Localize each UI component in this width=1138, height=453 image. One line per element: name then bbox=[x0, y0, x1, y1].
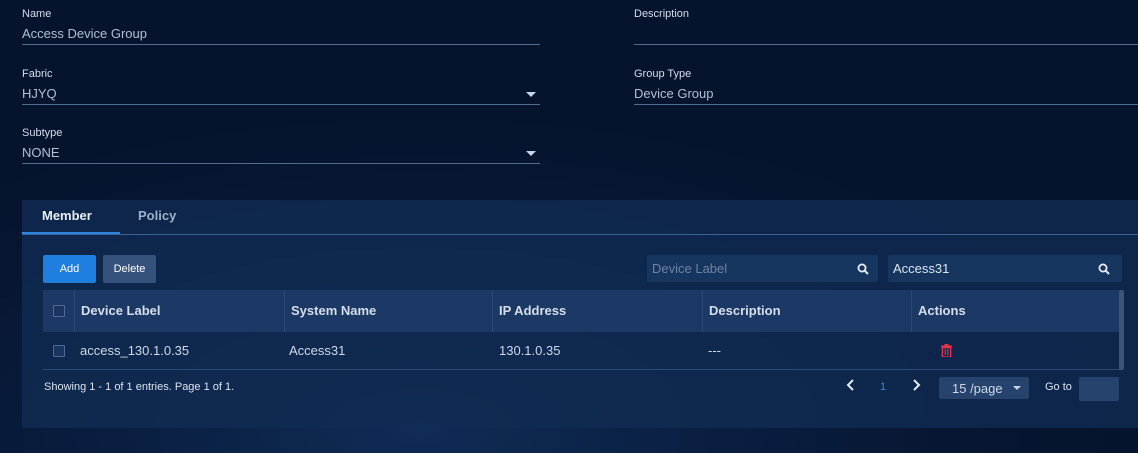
system-name-search[interactable] bbox=[888, 255, 1122, 282]
table-row[interactable]: access_130.1.0.35 Access31 130.1.0.35 --… bbox=[43, 333, 1123, 370]
fabric-label: Fabric bbox=[22, 68, 53, 80]
chevron-down-icon[interactable] bbox=[526, 151, 536, 156]
cell-description: --- bbox=[708, 343, 721, 358]
description-underline bbox=[634, 44, 1138, 45]
column-header-actions: Actions bbox=[918, 303, 966, 318]
name-label: Name bbox=[22, 8, 52, 20]
chevron-left-icon[interactable] bbox=[846, 378, 856, 392]
subtype-underline bbox=[22, 163, 540, 164]
chevron-right-icon[interactable] bbox=[911, 378, 921, 392]
fabric-value[interactable]: HJYQ bbox=[22, 86, 57, 101]
subtype-value[interactable]: NONE bbox=[22, 145, 60, 160]
tab-policy[interactable]: Policy bbox=[138, 208, 176, 223]
table-header: Device Label System Name IP Address Desc… bbox=[43, 290, 1123, 332]
row-checkbox[interactable] bbox=[53, 345, 65, 357]
device-label-search[interactable] bbox=[647, 255, 878, 282]
pagination-summary: Showing 1 - 1 of 1 entries. Page 1 of 1. bbox=[44, 381, 235, 393]
vertical-scrollbar[interactable] bbox=[1119, 290, 1124, 370]
search-icon[interactable] bbox=[1098, 263, 1110, 275]
name-field[interactable]: Name Access Device Group bbox=[22, 8, 540, 48]
cell-ip-address: 130.1.0.35 bbox=[499, 343, 561, 358]
fabric-select[interactable]: Fabric HJYQ bbox=[22, 68, 540, 108]
cell-device-label: access_130.1.0.35 bbox=[80, 343, 190, 358]
select-all-checkbox[interactable] bbox=[53, 305, 65, 317]
fabric-underline bbox=[22, 104, 540, 105]
device-label-search-input[interactable] bbox=[652, 255, 832, 282]
column-header-description[interactable]: Description bbox=[709, 303, 781, 318]
group-type-label: Group Type bbox=[634, 68, 692, 80]
column-divider bbox=[74, 290, 75, 332]
column-header-ip-address[interactable]: IP Address bbox=[499, 303, 566, 318]
group-type-field: Group Type Device Group bbox=[634, 68, 1138, 108]
goto-label: Go to bbox=[1045, 381, 1072, 393]
trash-icon[interactable] bbox=[941, 344, 952, 357]
goto-page-input[interactable] bbox=[1079, 377, 1119, 401]
name-value[interactable]: Access Device Group bbox=[22, 26, 147, 41]
column-divider bbox=[911, 290, 912, 332]
page-size-select[interactable]: 15 /page bbox=[939, 377, 1029, 399]
subtype-select[interactable]: Subtype NONE bbox=[22, 127, 540, 167]
add-button[interactable]: Add bbox=[43, 255, 96, 283]
column-divider bbox=[702, 290, 703, 332]
subtype-label: Subtype bbox=[22, 127, 63, 139]
page-number-current[interactable]: 1 bbox=[880, 381, 886, 393]
active-tab-indicator bbox=[22, 232, 120, 234]
system-name-search-input[interactable] bbox=[893, 255, 1073, 282]
page-size-value: 15 /page bbox=[952, 381, 1003, 396]
cell-system-name: Access31 bbox=[289, 343, 346, 358]
description-field[interactable]: Description bbox=[634, 8, 1138, 48]
description-label: Description bbox=[634, 8, 690, 20]
tab-bar: Member Policy bbox=[22, 200, 1138, 235]
column-divider bbox=[284, 290, 285, 332]
tab-member[interactable]: Member bbox=[42, 208, 92, 223]
column-divider bbox=[492, 290, 493, 332]
chevron-down-icon bbox=[1013, 386, 1021, 390]
member-panel: Member Policy Add Delete Device Label Sy… bbox=[22, 200, 1138, 428]
delete-button[interactable]: Delete bbox=[103, 255, 156, 283]
chevron-down-icon[interactable] bbox=[526, 92, 536, 97]
search-icon[interactable] bbox=[857, 263, 869, 275]
name-underline bbox=[22, 44, 540, 45]
column-header-device-label[interactable]: Device Label bbox=[81, 303, 161, 318]
group-type-value: Device Group bbox=[634, 86, 714, 101]
group-type-underline bbox=[634, 104, 1138, 105]
column-header-system-name[interactable]: System Name bbox=[291, 303, 376, 318]
